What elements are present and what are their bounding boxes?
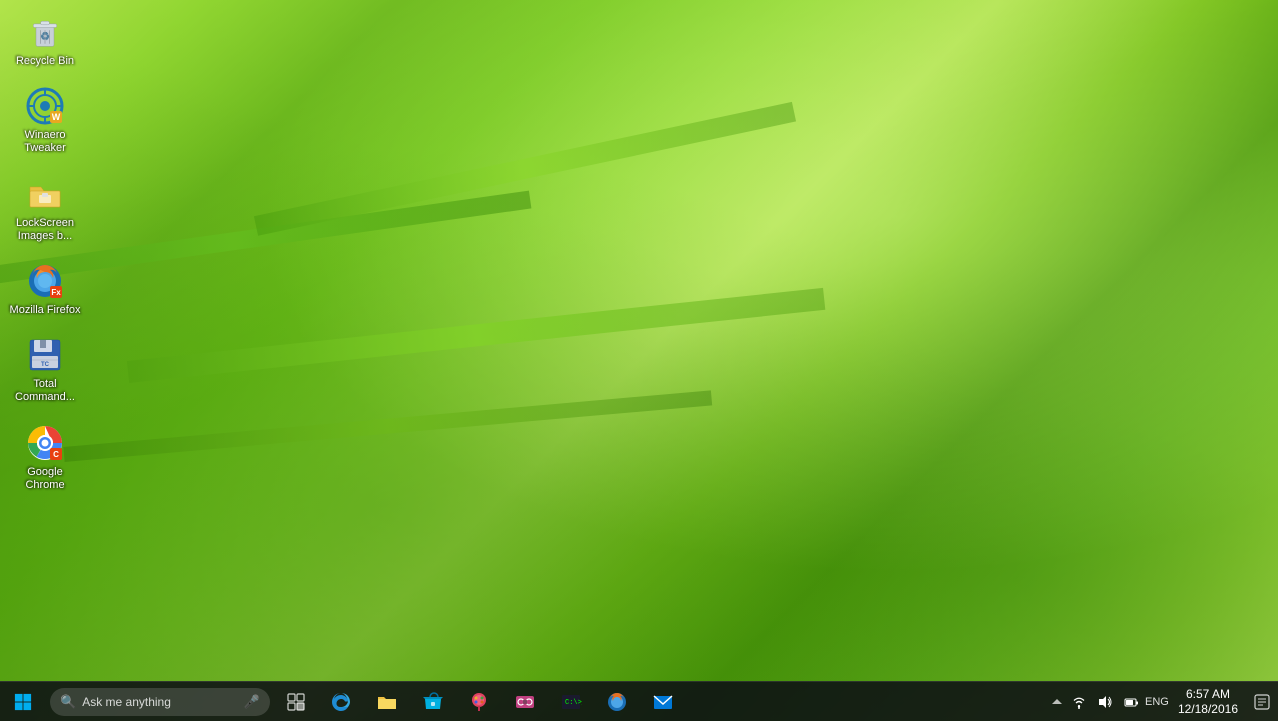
recycle-bin-icon[interactable]: ♻ Recycle Bin xyxy=(5,8,85,72)
google-chrome-image: C xyxy=(25,423,65,463)
tray-overflow-button[interactable] xyxy=(1048,682,1066,722)
store-taskbar-button[interactable] xyxy=(410,682,456,722)
svg-text:W: W xyxy=(52,112,61,122)
total-commander-image: TC xyxy=(25,335,65,375)
svg-text:TC: TC xyxy=(41,362,50,368)
microphone-icon: 🎤 xyxy=(244,694,260,710)
edge-taskbar-button[interactable] xyxy=(318,682,364,722)
lockscreen-images-icon[interactable]: LockScreen Images b... xyxy=(5,170,85,247)
console-taskbar-button[interactable]: C:\>_ xyxy=(548,682,594,722)
winaero-tweaker-label: Winaero Tweaker xyxy=(9,129,81,155)
search-placeholder-text: Ask me anything xyxy=(82,695,240,709)
google-chrome-label: Google Chrome xyxy=(9,466,81,492)
search-box[interactable]: 🔍 Ask me anything 🎤 xyxy=(50,688,270,716)
paint-taskbar-button[interactable] xyxy=(456,682,502,722)
firefox-taskbar-button[interactable] xyxy=(594,682,640,722)
volume-tray-icon[interactable] xyxy=(1092,682,1118,722)
media-taskbar-button[interactable] xyxy=(502,682,548,722)
mail-taskbar-button[interactable] xyxy=(640,682,686,722)
start-button[interactable] xyxy=(0,682,46,722)
svg-text:C: C xyxy=(53,450,59,459)
clock-area[interactable]: 6:57 AM 12/18/2016 xyxy=(1170,682,1246,722)
winaero-tweaker-image: W xyxy=(25,86,65,126)
svg-text:C:\>_: C:\>_ xyxy=(565,699,582,707)
winaero-tweaker-icon[interactable]: W Winaero Tweaker xyxy=(5,82,85,159)
taskbar: 🔍 Ask me anything 🎤 xyxy=(0,681,1278,721)
battery-tray-icon[interactable] xyxy=(1118,682,1144,722)
mozilla-firefox-icon[interactable]: Fx Mozilla Firefox xyxy=(5,257,85,321)
svg-text:Fx: Fx xyxy=(51,288,61,297)
date-display: 12/18/2016 xyxy=(1178,702,1238,716)
lockscreen-images-image xyxy=(25,174,65,214)
time-display: 6:57 AM xyxy=(1186,687,1230,701)
keyboard-tray-icon[interactable]: ENG xyxy=(1144,682,1170,722)
desktop-icons-area: ♻ Recycle Bin xyxy=(0,0,90,680)
search-icon: 🔍 xyxy=(60,694,76,710)
network-tray-icon[interactable] xyxy=(1066,682,1092,722)
system-tray: ENG 6:57 AM 12/18/2016 xyxy=(1048,682,1278,722)
total-commander-icon[interactable]: TC Total Command... xyxy=(5,331,85,408)
background-overlay xyxy=(0,0,1278,721)
notification-center-button[interactable] xyxy=(1246,682,1278,722)
lockscreen-images-label: LockScreen Images b... xyxy=(9,217,81,243)
mozilla-firefox-image: Fx xyxy=(25,261,65,301)
task-view-button[interactable] xyxy=(274,682,318,722)
file-explorer-taskbar-button[interactable] xyxy=(364,682,410,722)
tray-icons-area: ENG xyxy=(1066,682,1170,722)
recycle-bin-image: ♻ xyxy=(25,12,65,52)
mozilla-firefox-label: Mozilla Firefox xyxy=(10,304,81,317)
total-commander-label: Total Command... xyxy=(9,378,81,404)
google-chrome-icon[interactable]: C Google Chrome xyxy=(5,419,85,496)
recycle-bin-label: Recycle Bin xyxy=(16,55,74,68)
desktop: ♻ Recycle Bin xyxy=(0,0,1278,721)
